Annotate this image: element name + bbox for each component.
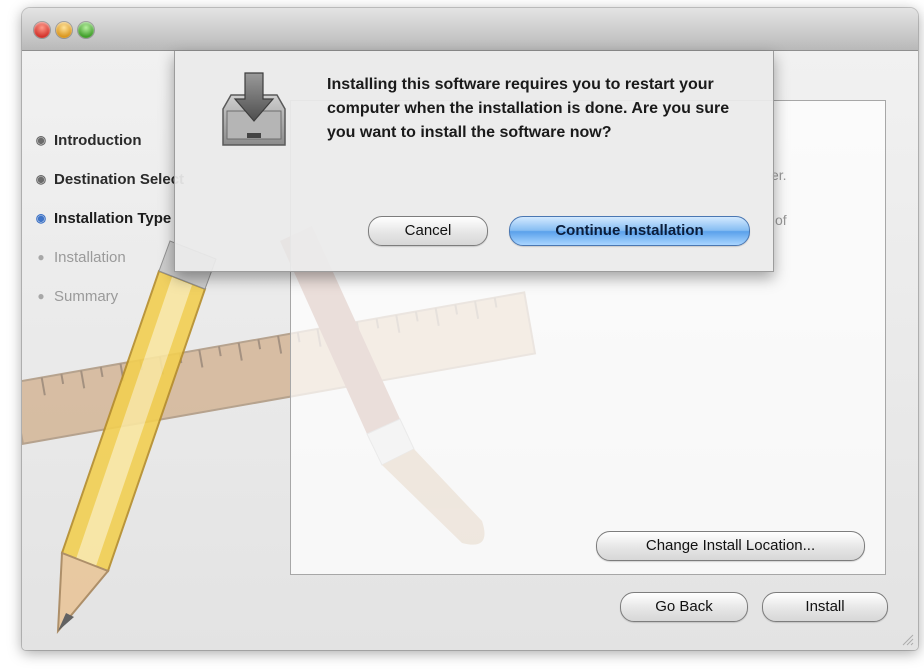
- close-button[interactable]: [34, 22, 50, 38]
- change-install-location-button[interactable]: Change Install Location...: [596, 531, 865, 561]
- step-label: Installation Type: [54, 209, 172, 227]
- installer-steps: ◉ Introduction ◉ Destination Select ◉ In…: [34, 128, 184, 323]
- step-pending-icon: ●: [37, 289, 45, 303]
- install-button[interactable]: Install: [762, 592, 888, 622]
- go-back-button[interactable]: Go Back: [620, 592, 748, 622]
- step-label: Introduction: [54, 131, 142, 149]
- step-introduction: ◉ Introduction: [34, 128, 184, 152]
- continue-installation-button[interactable]: Continue Installation: [509, 216, 750, 246]
- cancel-button[interactable]: Cancel: [368, 216, 488, 246]
- step-destination-select: ◉ Destination Select: [34, 167, 184, 191]
- step-pending-icon: ●: [37, 250, 45, 264]
- minimize-button[interactable]: [56, 22, 72, 38]
- step-label: Installation: [54, 248, 126, 266]
- step-installation-type: ◉ Installation Type: [34, 206, 184, 230]
- zoom-button[interactable]: [78, 22, 94, 38]
- step-label: Summary: [54, 287, 119, 305]
- installer-package-icon: [217, 71, 291, 156]
- step-done-icon: ◉: [35, 172, 47, 186]
- dialog-message: Installing this software requires you to…: [327, 76, 730, 141]
- step-label: Destination Select: [54, 170, 185, 188]
- step-installation: ● Installation: [34, 245, 184, 269]
- resize-grip-icon[interactable]: [900, 632, 914, 646]
- step-done-icon: ◉: [35, 133, 47, 147]
- step-summary: ● Summary: [34, 284, 184, 308]
- title-bar[interactable]: [22, 8, 918, 51]
- restart-confirmation-sheet: Installing this software requires you to…: [174, 51, 774, 272]
- step-current-icon: ◉: [35, 211, 47, 225]
- panel-text-line: of: [775, 212, 787, 228]
